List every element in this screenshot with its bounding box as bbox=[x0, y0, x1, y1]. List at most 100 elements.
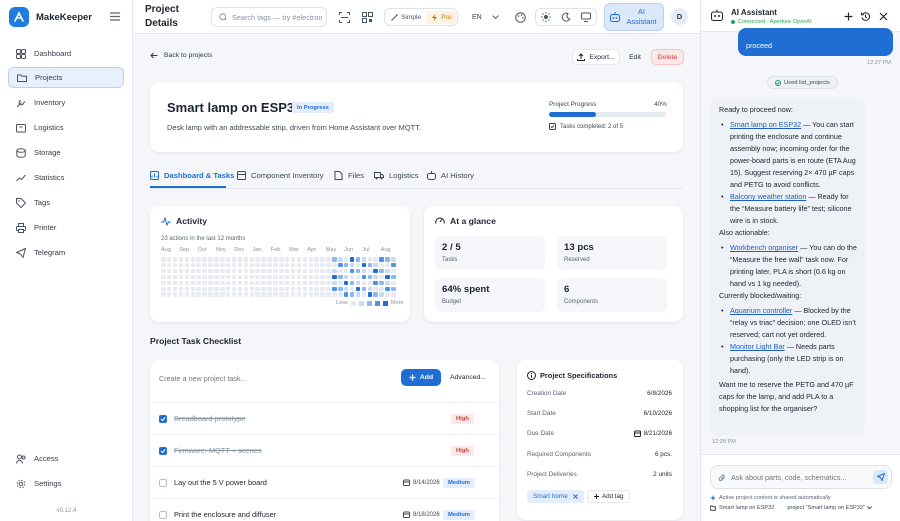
sidebar-item-tags[interactable]: Tags bbox=[8, 192, 124, 213]
heatmap-cell bbox=[161, 262, 166, 268]
tag-chip[interactable]: Smart home bbox=[527, 490, 584, 503]
heatmap-cell bbox=[261, 286, 266, 292]
close-icon[interactable] bbox=[879, 12, 888, 21]
heatmap-month-label: Jan bbox=[252, 247, 262, 253]
heatmap-cell bbox=[302, 280, 308, 286]
task-row[interactable]: Breadboard prototype High bbox=[150, 402, 499, 434]
heatmap-cell bbox=[214, 262, 219, 268]
sidebar-item-telegram[interactable]: Telegram bbox=[8, 242, 124, 263]
sun-icon[interactable] bbox=[541, 12, 551, 22]
heatmap-cell bbox=[196, 292, 201, 297]
delete-button[interactable]: Delete bbox=[651, 49, 684, 65]
sidebar-item-access[interactable]: Access bbox=[8, 448, 124, 469]
heatmap-cell bbox=[296, 286, 302, 292]
heatmap-cell bbox=[332, 280, 337, 286]
task-checkbox[interactable] bbox=[159, 414, 167, 423]
task-checkbox[interactable] bbox=[159, 446, 167, 455]
project-link[interactable]: Monitor Light Bar bbox=[730, 342, 785, 351]
avatar[interactable]: D bbox=[671, 8, 688, 25]
status-badge: In Progress bbox=[292, 102, 334, 113]
brand[interactable]: MakeKeeper bbox=[9, 7, 92, 27]
task-row[interactable]: Print the enclosure and diffuser 8/18/20… bbox=[150, 498, 499, 521]
tool-used-chip[interactable]: Used list_projects bbox=[767, 76, 838, 89]
task-checkbox[interactable] bbox=[159, 478, 167, 487]
close-icon[interactable] bbox=[572, 494, 578, 499]
project-link[interactable]: Workbench organiser bbox=[730, 243, 798, 252]
sidebar-item-projects[interactable]: Projects bbox=[8, 67, 124, 88]
search-box[interactable] bbox=[211, 7, 327, 27]
mode-simple-option[interactable]: Simple bbox=[386, 11, 426, 24]
heatmap-cell bbox=[326, 280, 331, 286]
task-row[interactable]: Lay out the 5 V power board 8/14/2026 Me… bbox=[150, 466, 499, 498]
project-link[interactable]: Aquarium controller bbox=[730, 306, 792, 315]
chat-input[interactable] bbox=[731, 471, 866, 484]
heatmap-cell bbox=[172, 286, 178, 292]
sidebar-item-printer[interactable]: Printer bbox=[8, 217, 124, 238]
heatmap-cell bbox=[273, 268, 278, 274]
language-select[interactable]: EN bbox=[464, 8, 506, 26]
heatmap-cell bbox=[308, 286, 314, 292]
moon-icon[interactable] bbox=[561, 12, 571, 22]
theme-toggle[interactable] bbox=[535, 8, 597, 26]
tab-ai-history[interactable]: AI History bbox=[427, 168, 474, 182]
palette-icon[interactable] bbox=[512, 9, 528, 25]
heatmap-cell bbox=[225, 292, 231, 297]
heatmap-cell bbox=[284, 292, 290, 297]
heatmap-cell bbox=[302, 274, 308, 280]
context-project-select[interactable]: project "Smart lamp on ESP32" bbox=[787, 505, 872, 511]
heatmap-cell bbox=[202, 280, 207, 286]
hamburger-menu-icon[interactable] bbox=[110, 12, 120, 21]
sidebar-item-inventory[interactable]: Inventory bbox=[8, 92, 124, 113]
context-note-text: Active project context is shared automat… bbox=[719, 495, 831, 501]
search-input[interactable] bbox=[232, 12, 326, 22]
send-button[interactable] bbox=[873, 470, 888, 484]
monitor-icon[interactable] bbox=[581, 12, 591, 22]
stat-tasks: 2 / 5 Tasks bbox=[435, 236, 545, 270]
task-row[interactable]: Firmware: MQTT + scenes High bbox=[150, 434, 499, 466]
also-list: Workbench organiser — You can do the “Me… bbox=[719, 242, 857, 290]
tab-dashboard-tasks[interactable]: Dashboard & Tasks bbox=[150, 168, 234, 182]
qr-code-icon[interactable] bbox=[359, 9, 375, 25]
spec-value: 6 pcs. bbox=[654, 451, 672, 458]
heatmap-cell bbox=[267, 280, 272, 286]
history-icon[interactable] bbox=[861, 12, 870, 21]
add-task-button[interactable]: Add bbox=[401, 369, 441, 386]
add-tag-button[interactable]: Add tag bbox=[587, 490, 631, 503]
heatmap-cell bbox=[343, 268, 349, 274]
sidebar-item-storage[interactable]: Storage bbox=[8, 142, 124, 163]
heatmap-cell bbox=[373, 280, 378, 286]
sidebar-item-dashboard[interactable]: Dashboard bbox=[8, 43, 124, 64]
sidebar-item-settings[interactable]: Settings bbox=[8, 473, 124, 494]
heatmap-cell bbox=[243, 274, 249, 280]
chat-input-box[interactable] bbox=[710, 465, 892, 489]
tab-logistics[interactable]: Logistics bbox=[374, 168, 419, 182]
sidebar-item-statistics[interactable]: Statistics bbox=[8, 167, 124, 188]
scan-icon[interactable] bbox=[336, 9, 352, 25]
mode-toggle[interactable]: Simple Pro bbox=[384, 8, 459, 26]
tab-files[interactable]: Files bbox=[334, 168, 364, 182]
new-task-input[interactable] bbox=[159, 371, 359, 385]
paperclip-icon[interactable] bbox=[718, 474, 726, 482]
box-icon bbox=[16, 123, 26, 132]
heatmap-cell bbox=[338, 292, 343, 297]
heatmap-month-label: Apr bbox=[307, 247, 317, 253]
advanced-button[interactable]: Advanced... bbox=[447, 369, 489, 386]
heatmap-cell bbox=[166, 268, 172, 274]
heatmap-cell bbox=[343, 286, 349, 292]
legend-less: Less bbox=[336, 300, 348, 306]
edit-button[interactable]: Edit bbox=[623, 49, 647, 65]
export-button[interactable]: Export... bbox=[572, 49, 620, 65]
project-link[interactable]: Balcony weather station bbox=[730, 192, 806, 201]
tab-component-inventory[interactable]: Component Inventory bbox=[237, 168, 324, 182]
ai-assistant-button[interactable]: AI Assistant bbox=[604, 3, 664, 31]
back-to-projects-link[interactable]: Back to projects bbox=[150, 52, 212, 59]
project-link[interactable]: Smart lamp on ESP32 bbox=[730, 120, 801, 129]
stat-value: 13 pcs bbox=[564, 242, 594, 253]
task-checkbox[interactable] bbox=[159, 510, 167, 519]
sidebar-item-logistics[interactable]: Logistics bbox=[8, 117, 124, 138]
mode-pro-option[interactable]: Pro bbox=[426, 10, 457, 24]
grid-icon bbox=[16, 48, 26, 59]
heatmap-cell bbox=[361, 274, 367, 280]
due-date-value[interactable]: 8/21/2026 bbox=[633, 430, 672, 437]
new-chat-icon[interactable] bbox=[844, 12, 853, 21]
